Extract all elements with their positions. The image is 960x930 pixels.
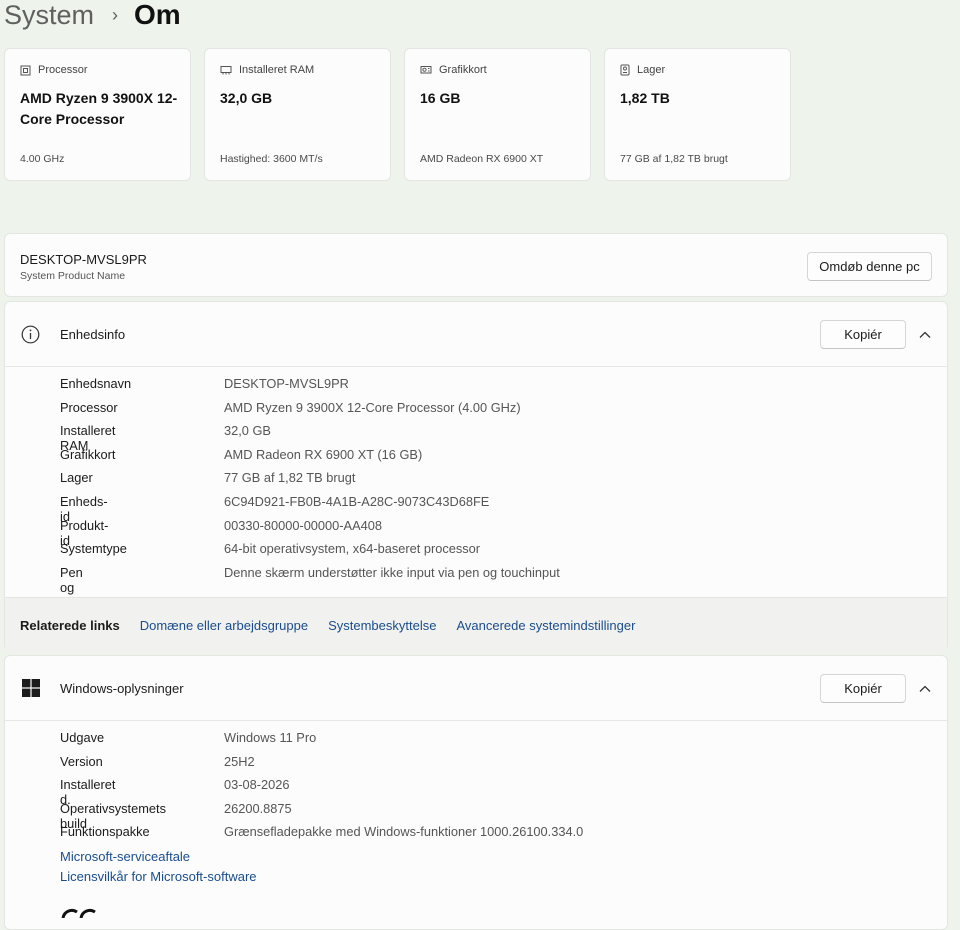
info-value: 26200.8875 (224, 800, 292, 816)
info-value: Grænsefladepakke med Windows-funktioner … (224, 824, 584, 840)
spec-value: 16 GB (420, 90, 461, 106)
spec-sub: 4.00 GHz (20, 153, 65, 165)
info-key: Systemtype (60, 541, 127, 557)
spec-label: Installeret RAM (239, 64, 315, 76)
storage-icon (620, 64, 630, 76)
chevron-up-icon[interactable] (917, 681, 933, 697)
info-key: Processor (60, 399, 118, 415)
breadcrumb: System › Om (4, 0, 181, 32)
info-value: 6C94D921-FB0B-4A1B-A28C-9073C43D68FE (224, 493, 490, 509)
info-value: Denne skærm understøtter ikke input via … (224, 564, 560, 580)
info-key: Lager (60, 470, 93, 486)
info-value: 77 GB af 1,82 TB brugt (224, 470, 356, 486)
link-system-protection[interactable]: Systembeskyttelse (328, 618, 436, 633)
link-microsoft-service-agreement[interactable]: Microsoft-serviceaftale (60, 849, 190, 864)
info-value: 32,0 GB (224, 423, 271, 439)
spec-value: AMD Ryzen 9 3900X 12-Core Processor (20, 90, 178, 127)
link-microsoft-software-license[interactable]: Licensvilkår for Microsoft-software (60, 869, 257, 884)
info-value: DESKTOP-MVSL9PR (224, 376, 349, 391)
spec-card-storage: Lager 1,82 TB 77 GB af 1,82 TB brugt (604, 48, 791, 181)
windows-info-title: Windows-oplysninger (60, 681, 184, 696)
spec-value: 1,82 TB (620, 90, 670, 106)
rename-pc-button[interactable]: Omdøb denne pc (807, 252, 932, 281)
spec-sub: AMD Radeon RX 6900 XT (420, 153, 544, 165)
device-name-card: DESKTOP-MVSL9PR System Product Name Omdø… (4, 233, 948, 297)
windows-logo-icon (22, 679, 40, 697)
info-icon (21, 325, 40, 344)
info-value: 64-bit operativsystem, x64-baseret proce… (224, 541, 481, 557)
graphics-card-icon (420, 66, 432, 74)
related-links-bar: Relaterede links Domæne eller arbejdsgru… (5, 597, 947, 652)
info-value: AMD Ryzen 9 3900X 12-Core Processor (4.0… (224, 399, 521, 415)
processor-icon (20, 65, 31, 75)
chevron-up-icon[interactable] (917, 327, 933, 343)
ce-mark-icon (61, 908, 96, 918)
spec-card-processor: Processor AMD Ryzen 9 3900X 12-Core Proc… (4, 48, 191, 181)
spec-value: 32,0 GB (220, 90, 273, 106)
spec-sub: 77 GB af 1,82 TB brugt (620, 153, 728, 165)
device-info-header[interactable]: Enhedsinfo Kopiér (5, 302, 947, 366)
spec-label: Grafikkort (439, 64, 487, 76)
ram-icon (220, 66, 232, 75)
info-key: Grafikkort (60, 446, 116, 462)
spec-label: Lager (637, 64, 666, 76)
divider (5, 366, 947, 367)
page-title: Om (134, 0, 181, 30)
device-info-title: Enhedsinfo (60, 327, 126, 342)
info-key: Udgave (60, 730, 105, 745)
device-model: System Product Name (20, 270, 126, 282)
info-value: 03-08-2026 (224, 777, 290, 793)
breadcrumb-system[interactable]: System (4, 0, 94, 31)
info-key: Version (60, 753, 103, 769)
device-info-card: Enhedsinfo Kopiér Enhedsnavn DESKTOP-MVSL… (4, 301, 948, 652)
info-key: Funktionspakke (60, 824, 150, 840)
spec-sub: Hastighed: 3600 MT/s (220, 153, 323, 165)
windows-info-card: Windows-oplysninger Kopiér Udgave Windows… (4, 655, 948, 930)
divider (5, 720, 947, 721)
info-value: Windows 11 Pro (224, 730, 317, 745)
spec-card-graphics: Grafikkort 16 GB AMD Radeon RX 6900 XT (404, 48, 591, 181)
chevron-right-icon: › (112, 4, 119, 25)
copy-windows-info-button[interactable]: Kopiér (820, 674, 906, 703)
info-key: Enhedsnavn (60, 376, 132, 391)
info-value: 00330-80000-00000-AA408 (224, 517, 382, 533)
related-links-label: Relaterede links (20, 617, 120, 633)
info-value: 25H2 (224, 753, 255, 769)
device-name: DESKTOP-MVSL9PR (20, 252, 147, 267)
link-domain-workgroup[interactable]: Domæne eller arbejdsgruppe (140, 618, 308, 633)
spec-card-ram: Installeret RAM 32,0 GB Hastighed: 3600 … (204, 48, 391, 181)
info-value: AMD Radeon RX 6900 XT (16 GB) (224, 446, 423, 462)
link-advanced-system-settings[interactable]: Avancerede systemindstillinger (456, 618, 635, 633)
copy-device-info-button[interactable]: Kopiér (820, 320, 906, 349)
windows-info-header[interactable]: Windows-oplysninger Kopiér (5, 656, 947, 720)
spec-label: Processor (38, 64, 88, 76)
